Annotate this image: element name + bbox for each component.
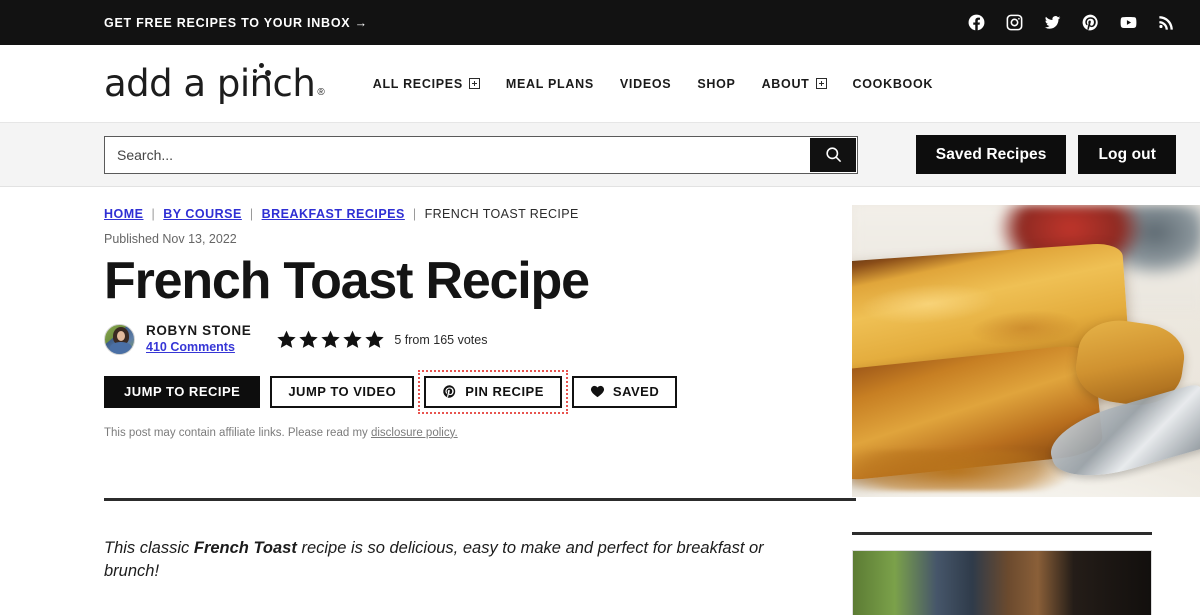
sidebar-divider xyxy=(852,532,1152,535)
search-input[interactable] xyxy=(105,136,810,173)
instagram-icon[interactable] xyxy=(1005,13,1024,32)
star-icon xyxy=(321,330,341,348)
newsletter-cta-link[interactable]: GET FREE RECIPES TO YOUR INBOX → xyxy=(104,16,368,30)
rating-group: 5 from 165 votes xyxy=(276,329,487,350)
plus-icon[interactable] xyxy=(815,78,827,89)
twitter-icon[interactable] xyxy=(1043,13,1062,32)
plus-icon[interactable] xyxy=(468,78,480,89)
search-bar-row: Saved Recipes Log out xyxy=(0,123,1200,187)
saved-recipes-button[interactable]: Saved Recipes xyxy=(915,135,1067,174)
nav-item-shop[interactable]: SHOP xyxy=(697,77,735,91)
nav-item-cookbook[interactable]: COOKBOOK xyxy=(853,77,934,91)
breadcrumb-separator: | xyxy=(412,207,417,221)
logo-registered-mark: ® xyxy=(317,87,325,98)
jump-to-recipe-button[interactable]: JUMP TO RECIPE xyxy=(104,375,261,408)
rating-votes-text: 5 from 165 votes xyxy=(394,332,488,347)
star-icon xyxy=(299,330,319,348)
intro-paragraph: This classic French Toast recipe is so d… xyxy=(104,537,804,585)
search-submit-button[interactable] xyxy=(810,137,856,172)
facebook-icon[interactable] xyxy=(967,13,986,32)
star-icon xyxy=(365,330,385,348)
recipe-action-buttons: JUMP TO RECIPE JUMP TO VIDEO PIN RECIPE … xyxy=(104,369,804,414)
hero-recipe-image xyxy=(852,205,1200,497)
logo-pinch-dots xyxy=(251,63,273,77)
pinterest-icon xyxy=(443,385,456,398)
author-block: ROBYN STONE 410 Comments xyxy=(146,323,251,357)
nav-label: ALL RECIPES xyxy=(372,76,463,91)
star-icon xyxy=(343,330,363,348)
saved-button[interactable]: SAVED xyxy=(571,375,678,408)
pin-recipe-label: PIN RECIPE xyxy=(465,384,544,399)
star-rating[interactable] xyxy=(276,329,385,350)
page-title: French Toast Recipe xyxy=(104,252,590,310)
breadcrumb-separator: | xyxy=(151,207,156,221)
breadcrumb-item-current: FRENCH TOAST RECIPE xyxy=(424,207,579,221)
header-actions: Saved Recipes Log out xyxy=(915,135,1176,174)
site-logo[interactable]: add a pinch ® xyxy=(104,62,325,105)
article-column: HOME | BY COURSE | BREAKFAST RECIPES | F… xyxy=(104,187,856,615)
author-name: ROBYN STONE xyxy=(146,322,252,338)
breadcrumb-item-by-course[interactable]: BY COURSE xyxy=(163,207,242,221)
rss-icon[interactable] xyxy=(1157,13,1176,32)
nav-item-meal-plans[interactable]: MEAL PLANS xyxy=(506,77,594,91)
nav-label: VIDEOS xyxy=(619,76,672,91)
heart-icon xyxy=(590,385,604,398)
nav-item-all-recipes[interactable]: ALL RECIPES xyxy=(373,77,480,91)
disclosure-policy-link[interactable]: disclosure policy. xyxy=(371,427,458,439)
nav-label: ABOUT xyxy=(761,76,810,91)
logout-button[interactable]: Log out xyxy=(1078,135,1176,174)
breadcrumb-item-breakfast-recipes[interactable]: BREAKFAST RECIPES xyxy=(262,207,405,221)
sidebar-column xyxy=(804,187,1200,615)
intro-text-before: This classic xyxy=(104,538,194,557)
pin-recipe-button[interactable]: PIN RECIPE xyxy=(418,369,568,414)
affiliate-disclosure: This post may contain affiliate links. P… xyxy=(104,427,804,439)
nav-label: SHOP xyxy=(697,76,736,91)
comments-link[interactable]: 410 Comments xyxy=(146,340,235,354)
nav-label: MEAL PLANS xyxy=(505,76,594,91)
intro-text-bold: French Toast xyxy=(193,538,297,557)
breadcrumb-item-home[interactable]: HOME xyxy=(104,207,144,221)
search-field-group xyxy=(104,135,858,174)
youtube-icon[interactable] xyxy=(1119,13,1138,32)
pinterest-icon[interactable] xyxy=(1081,13,1100,32)
sidebar-thumbnail-image[interactable] xyxy=(852,550,1152,615)
nav-item-about[interactable]: ABOUT xyxy=(762,77,827,91)
breadcrumb-separator: | xyxy=(249,207,254,221)
author-byline: ROBYN STONE 410 Comments 5 from 165 vote… xyxy=(104,323,804,357)
logo-text: add a pinch xyxy=(104,62,316,105)
published-date: Published Nov 13, 2022 xyxy=(104,232,237,246)
search-icon xyxy=(825,147,841,163)
avatar xyxy=(104,324,135,356)
jump-to-video-button[interactable]: JUMP TO VIDEO xyxy=(270,375,415,408)
top-announcement-bar: GET FREE RECIPES TO YOUR INBOX → xyxy=(0,0,1200,45)
affiliate-text: This post may contain affiliate links. P… xyxy=(104,426,371,439)
nav-item-videos[interactable]: VIDEOS xyxy=(620,77,671,91)
nav-label: COOKBOOK xyxy=(852,76,934,91)
site-header: add a pinch ® ALL RECIPES MEAL PLANS VID… xyxy=(0,45,1200,123)
page-body: HOME | BY COURSE | BREAKFAST RECIPES | F… xyxy=(0,187,1200,615)
breadcrumb: HOME | BY COURSE | BREAKFAST RECIPES | F… xyxy=(104,207,804,221)
star-icon xyxy=(277,330,297,348)
saved-label: SAVED xyxy=(612,384,660,399)
social-links xyxy=(967,13,1176,32)
main-navigation: ALL RECIPES MEAL PLANS VIDEOS SHOP ABOUT… xyxy=(373,77,933,91)
content-divider xyxy=(104,497,856,501)
